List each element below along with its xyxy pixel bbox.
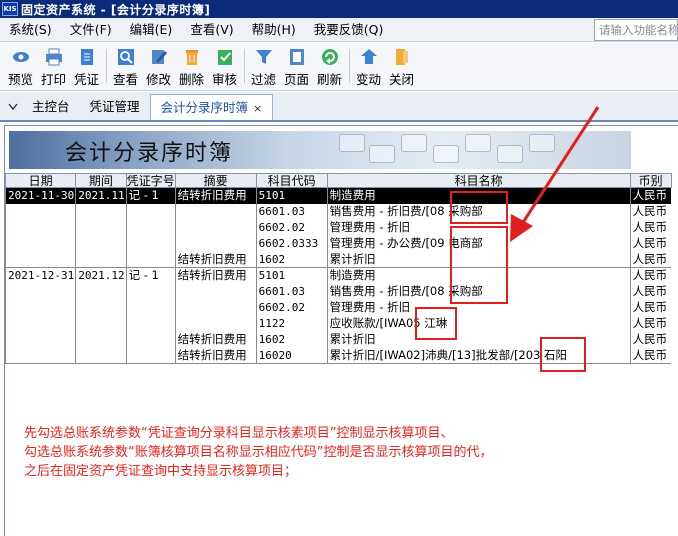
annotation-note-line-1: 先勾选总账系统参数“凭证查询分录科目显示核素项目”控制显示核算项目、: [24, 426, 454, 441]
annotation-note-line-2: 勾选总账系统参数“账簿核算项目名称显示相应代码”控制是否显示核算项目的代，: [24, 445, 493, 460]
annotation-note-line-3: 之后在固定资产凭证查询中支持显示核算项目；: [24, 464, 298, 479]
